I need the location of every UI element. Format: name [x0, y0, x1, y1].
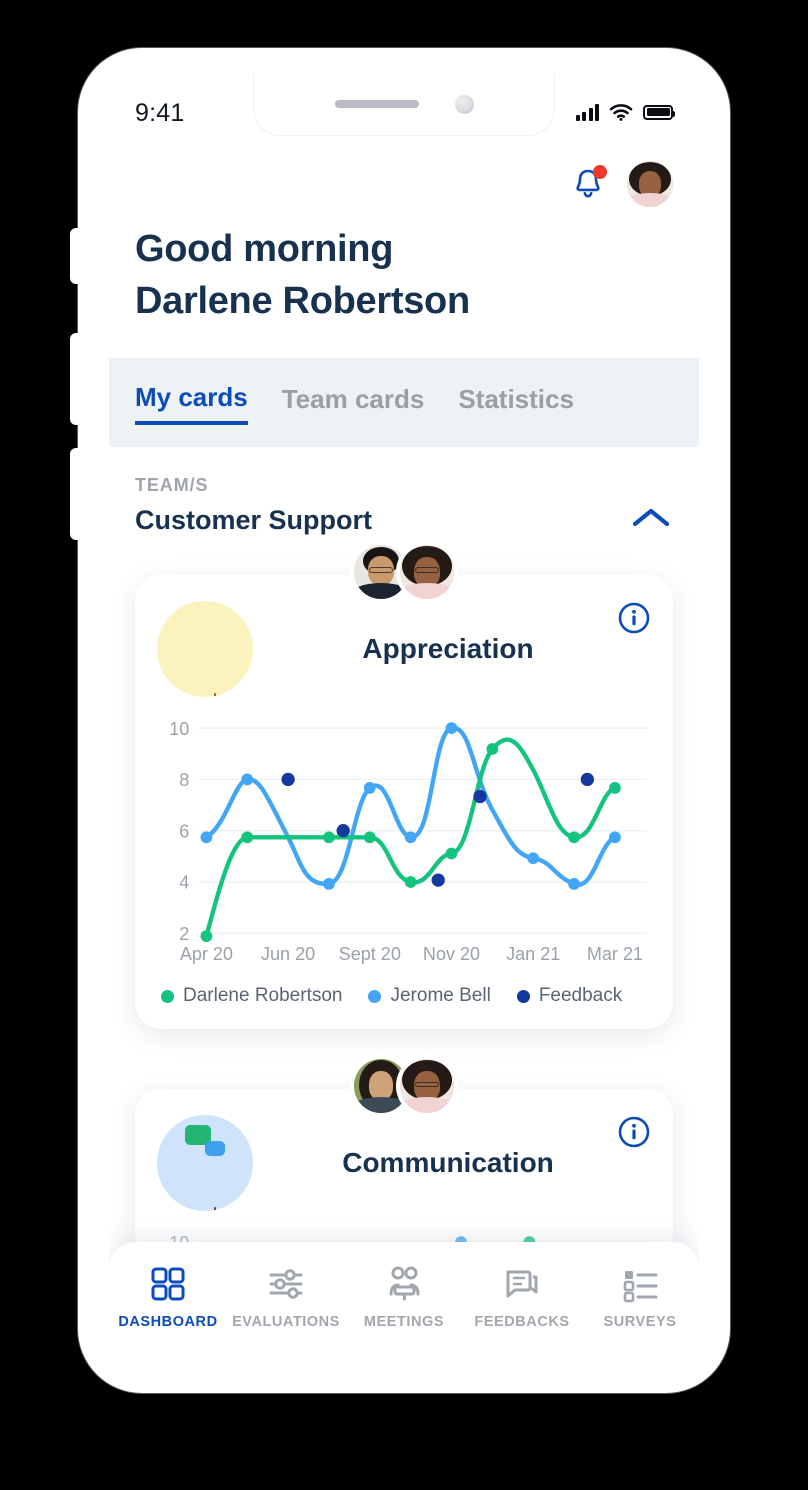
- notification-bell-button[interactable]: [571, 165, 607, 202]
- legend-dot-navy: [516, 989, 530, 1003]
- svg-text:Jan 21: Jan 21: [506, 944, 560, 964]
- earpiece-speaker: [334, 100, 419, 108]
- silent-switch[interactable]: [70, 228, 92, 284]
- greeting-block: Good morning Darlene Robertson: [109, 207, 699, 358]
- team-section-label: TEAM/S: [135, 474, 209, 495]
- legend-label: Jerome Bell: [390, 985, 491, 1007]
- top-actions: [109, 147, 699, 207]
- notification-badge: [593, 165, 607, 179]
- collapse-team-button[interactable]: [629, 504, 673, 537]
- card-title: Appreciation: [362, 632, 534, 664]
- checklist-icon: [623, 1271, 658, 1303]
- team-name: Customer Support: [135, 504, 373, 535]
- two-people-handshake-icon: [157, 600, 253, 697]
- appreciation-chart: 10 8 6 4 2 Apr 20 Jun 20 Sept 20 Nov 20 …: [157, 711, 651, 968]
- legend-label: Darlene Robertson: [183, 985, 343, 1007]
- avatar-photo: [400, 544, 454, 599]
- sliders-icon: [269, 1269, 303, 1299]
- nav-item-evaluations[interactable]: EVALUATIONS: [227, 1264, 345, 1330]
- grid-dashboard-icon: [151, 1267, 185, 1301]
- wifi-icon: [609, 104, 633, 121]
- legend-item-darlene-robertson: Darlene Robertson: [161, 985, 342, 1007]
- info-button-communication[interactable]: [617, 1115, 651, 1149]
- chart-legend: Darlene Robertson Jerome Bell Feedback: [157, 967, 651, 1009]
- tab-statistics[interactable]: Statistics: [458, 384, 574, 423]
- svg-text:6: 6: [179, 821, 189, 841]
- metric-card-appreciation[interactable]: Appreciation 10 8 6 4 2 Apr 20 Jun 20 Se…: [135, 540, 673, 1030]
- svg-text:Jun 20: Jun 20: [261, 944, 315, 964]
- avatar-photo: [400, 1059, 454, 1114]
- card-body: Appreciation 10 8 6 4 2 Apr 20 Jun 20 Se…: [135, 574, 673, 1030]
- svg-text:Sept 20: Sept 20: [339, 944, 401, 964]
- svg-text:4: 4: [179, 873, 189, 893]
- tab-team-cards[interactable]: Team cards: [282, 384, 425, 423]
- svg-text:8: 8: [179, 770, 189, 790]
- line-chart-svg: 10 8 6 4 2 Apr 20 Jun 20 Sept 20 Nov 20 …: [169, 719, 648, 964]
- feedback-point: [281, 772, 295, 786]
- card-title: Communication: [342, 1147, 554, 1179]
- phone-screen: 9:41 Good morning Darlene Robertson My c…: [109, 75, 699, 1366]
- notch: [254, 75, 554, 135]
- card-header: Appreciation: [157, 600, 651, 697]
- card-member-avatars: [350, 1055, 458, 1118]
- phone-frame: 9:41 Good morning Darlene Robertson My c…: [70, 48, 730, 1393]
- cellular-signal-icon: [575, 103, 599, 121]
- card-header: Communication: [157, 1115, 651, 1212]
- nav-label: FEEDBACKS: [474, 1314, 570, 1330]
- people-meeting-icon: [389, 1266, 420, 1301]
- nav-item-surveys[interactable]: SURVEYS: [581, 1264, 699, 1330]
- feedback-point: [580, 772, 594, 786]
- speech-bubble-blue: [205, 1141, 225, 1157]
- legend-label: Feedback: [538, 985, 623, 1007]
- svg-text:Apr 20: Apr 20: [180, 944, 233, 964]
- legend-dot-blue: [368, 989, 382, 1003]
- nav-label: MEETINGS: [363, 1314, 445, 1330]
- greeting-line-1: Good morning: [135, 228, 394, 270]
- two-people-speech-bubbles-icon: [157, 1115, 253, 1212]
- svg-text:Nov 20: Nov 20: [423, 944, 480, 964]
- nav-item-feedbacks[interactable]: FEEDBACKS: [463, 1264, 581, 1330]
- battery-icon: [643, 104, 675, 120]
- card-list[interactable]: TEAM/S Customer Support Appreciation 10 …: [109, 446, 699, 1295]
- volume-up-button[interactable]: [70, 333, 92, 425]
- legend-dot-green: [161, 989, 174, 1003]
- status-time: 9:41: [135, 98, 185, 127]
- card-member-avatars: [350, 540, 458, 603]
- legend-item-jerome-bell: Jerome Bell: [368, 985, 491, 1007]
- tab-my-cards[interactable]: My cards: [135, 382, 248, 425]
- legend-item-feedback: Feedback: [516, 985, 623, 1007]
- nav-label: EVALUATIONS: [232, 1314, 340, 1330]
- feedback-point: [431, 873, 445, 887]
- member-avatar-darlene-robertson[interactable]: [396, 540, 458, 603]
- svg-text:Mar 21: Mar 21: [587, 944, 643, 964]
- nav-item-dashboard[interactable]: DASHBOARD: [109, 1264, 227, 1330]
- feedback-point: [336, 823, 350, 838]
- page-title: Good morning Darlene Robertson: [135, 223, 673, 328]
- greeting-line-2: Darlene Robertson: [135, 280, 470, 323]
- svg-text:2: 2: [179, 924, 189, 944]
- member-avatar-darlene-robertson[interactable]: [396, 1055, 458, 1118]
- info-circle-icon: [618, 602, 650, 634]
- volume-down-button[interactable]: [70, 448, 92, 540]
- status-indicators: [575, 103, 675, 121]
- svg-text:10: 10: [169, 719, 189, 739]
- front-camera: [454, 94, 474, 114]
- bottom-navigation: DASHBOARD EVALUATIONS MEETINGS FEEDBACKS…: [109, 1242, 699, 1366]
- team-header: Customer Support: [135, 496, 673, 537]
- avatar-photo: [627, 161, 673, 207]
- nav-item-meetings[interactable]: MEETINGS: [345, 1264, 463, 1330]
- user-avatar[interactable]: [627, 161, 673, 207]
- nav-label: SURVEYS: [603, 1314, 677, 1330]
- nav-label: DASHBOARD: [118, 1314, 218, 1330]
- chevron-up-icon: [632, 508, 670, 526]
- info-circle-icon: [618, 1117, 650, 1148]
- info-button-appreciation[interactable]: [617, 601, 651, 635]
- chat-bubbles-icon: [506, 1270, 538, 1298]
- status-bar: 9:41: [109, 75, 699, 147]
- feedback-point: [473, 789, 487, 804]
- tab-bar: My cards Team cards Statistics: [109, 357, 699, 447]
